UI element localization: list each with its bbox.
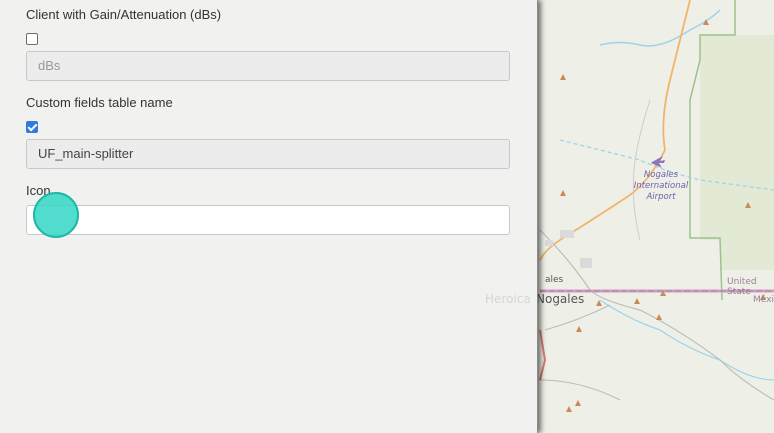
airport-label-line2: International [633, 181, 689, 191]
custom-fields-label: Custom fields table name [26, 95, 173, 110]
settings-panel: Heroica Client with Gain/Attenuation (dB… [0, 0, 538, 433]
airport-label-line1: Nogales [643, 170, 679, 180]
city-label-small: ales [545, 275, 564, 285]
airport-label-line3: Airport [646, 192, 676, 202]
custom-fields-checkbox[interactable] [26, 121, 38, 133]
city-label-main: Nogales [536, 292, 585, 306]
airport-label: Nogales International Airport [626, 170, 696, 203]
custom-fields-table-input[interactable]: UF_main-splitter [26, 139, 510, 169]
city-label-faded: Heroica [485, 292, 531, 306]
country-label-us: United State [727, 277, 757, 297]
gain-attenuation-label: Client with Gain/Attenuation (dBs) [26, 7, 222, 22]
gain-attenuation-checkbox[interactable] [26, 33, 38, 45]
touch-cursor-indicator [33, 192, 79, 238]
gain-dbs-input[interactable]: dBs [26, 51, 510, 81]
icon-input[interactable] [26, 205, 510, 235]
country-label-mx: México [753, 295, 774, 305]
